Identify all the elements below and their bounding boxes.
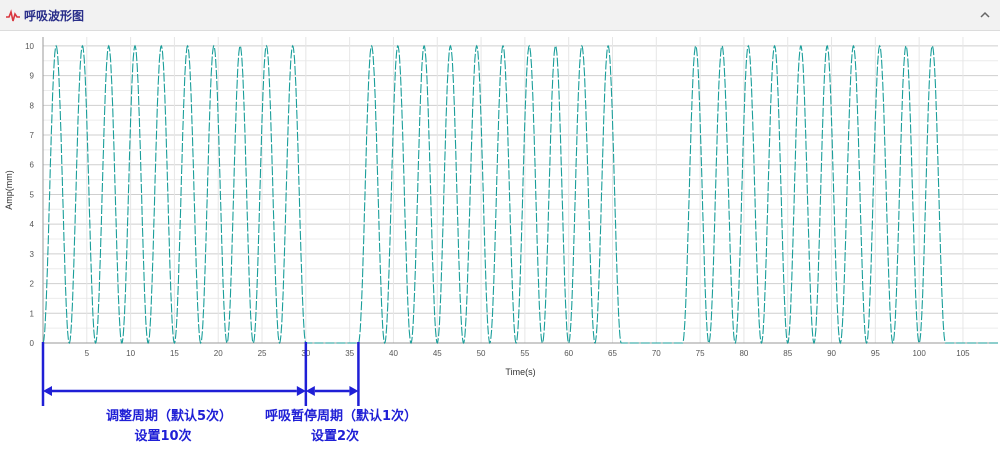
x-tick-label: 5 xyxy=(85,349,90,358)
x-tick-label: 40 xyxy=(389,349,398,358)
pause-note-line1: 呼吸暂停周期（默认1次） xyxy=(265,408,417,424)
x-tick-label: 65 xyxy=(608,349,617,358)
x-tick-label: 45 xyxy=(433,349,442,358)
panel-title: 呼吸波形图 xyxy=(24,9,85,23)
x-tick-label: 60 xyxy=(564,349,573,358)
arrowhead-right xyxy=(296,386,306,396)
chart-grid xyxy=(43,37,998,343)
x-tick-label: 35 xyxy=(345,349,354,358)
breathing-waveform-chart: 0123456789105101520253035404550556065707… xyxy=(4,37,998,444)
x-tick-label: 20 xyxy=(214,349,223,358)
y-tick-label: 5 xyxy=(30,190,35,199)
x-tick-label: 75 xyxy=(696,349,705,358)
panel-header: 呼吸波形图 xyxy=(0,0,1000,31)
waveform-icon xyxy=(6,9,20,22)
x-tick-label: 95 xyxy=(871,349,880,358)
x-tick-label: 70 xyxy=(652,349,661,358)
x-tick-label: 50 xyxy=(477,349,486,358)
x-tick-label: 90 xyxy=(827,349,836,358)
y-tick-label: 10 xyxy=(25,42,34,51)
x-tick-label: 10 xyxy=(126,349,135,358)
x-tick-label: 100 xyxy=(912,349,926,358)
y-tick-label: 3 xyxy=(30,250,35,259)
y-tick-label: 0 xyxy=(30,339,35,348)
cycle-note-line1: 调整周期（默认5次） xyxy=(106,408,232,424)
y-tick-label: 2 xyxy=(30,280,35,289)
y-axis-title: Amp(mm) xyxy=(4,170,14,210)
chart-axes xyxy=(42,37,998,344)
chevron-up-icon[interactable] xyxy=(978,8,992,22)
arrowhead-left xyxy=(43,386,52,396)
x-tick-label: 105 xyxy=(956,349,970,358)
x-tick-label: 80 xyxy=(739,349,748,358)
cycle-note-line2: 设置10次 xyxy=(134,428,191,444)
x-axis-title: Time(s) xyxy=(505,367,535,377)
y-tick-label: 8 xyxy=(30,101,35,110)
x-tick-label: 25 xyxy=(258,349,267,358)
y-tick-label: 7 xyxy=(30,131,35,140)
y-tick-label: 9 xyxy=(30,72,35,81)
x-tick-label: 15 xyxy=(170,349,179,358)
x-tick-label: 55 xyxy=(520,349,529,358)
x-tick-label: 85 xyxy=(783,349,792,358)
chart-annotations: 调整周期（默认5次） 设置10次 呼吸暂停周期（默认1次） 设置2次 xyxy=(41,342,417,444)
pause-note-line2: 设置2次 xyxy=(311,428,359,444)
arrowhead-right xyxy=(349,386,359,396)
y-tick-label: 4 xyxy=(30,220,35,229)
y-tick-label: 1 xyxy=(30,309,35,318)
arrowhead-left xyxy=(305,386,315,396)
y-tick-label: 6 xyxy=(30,161,35,170)
